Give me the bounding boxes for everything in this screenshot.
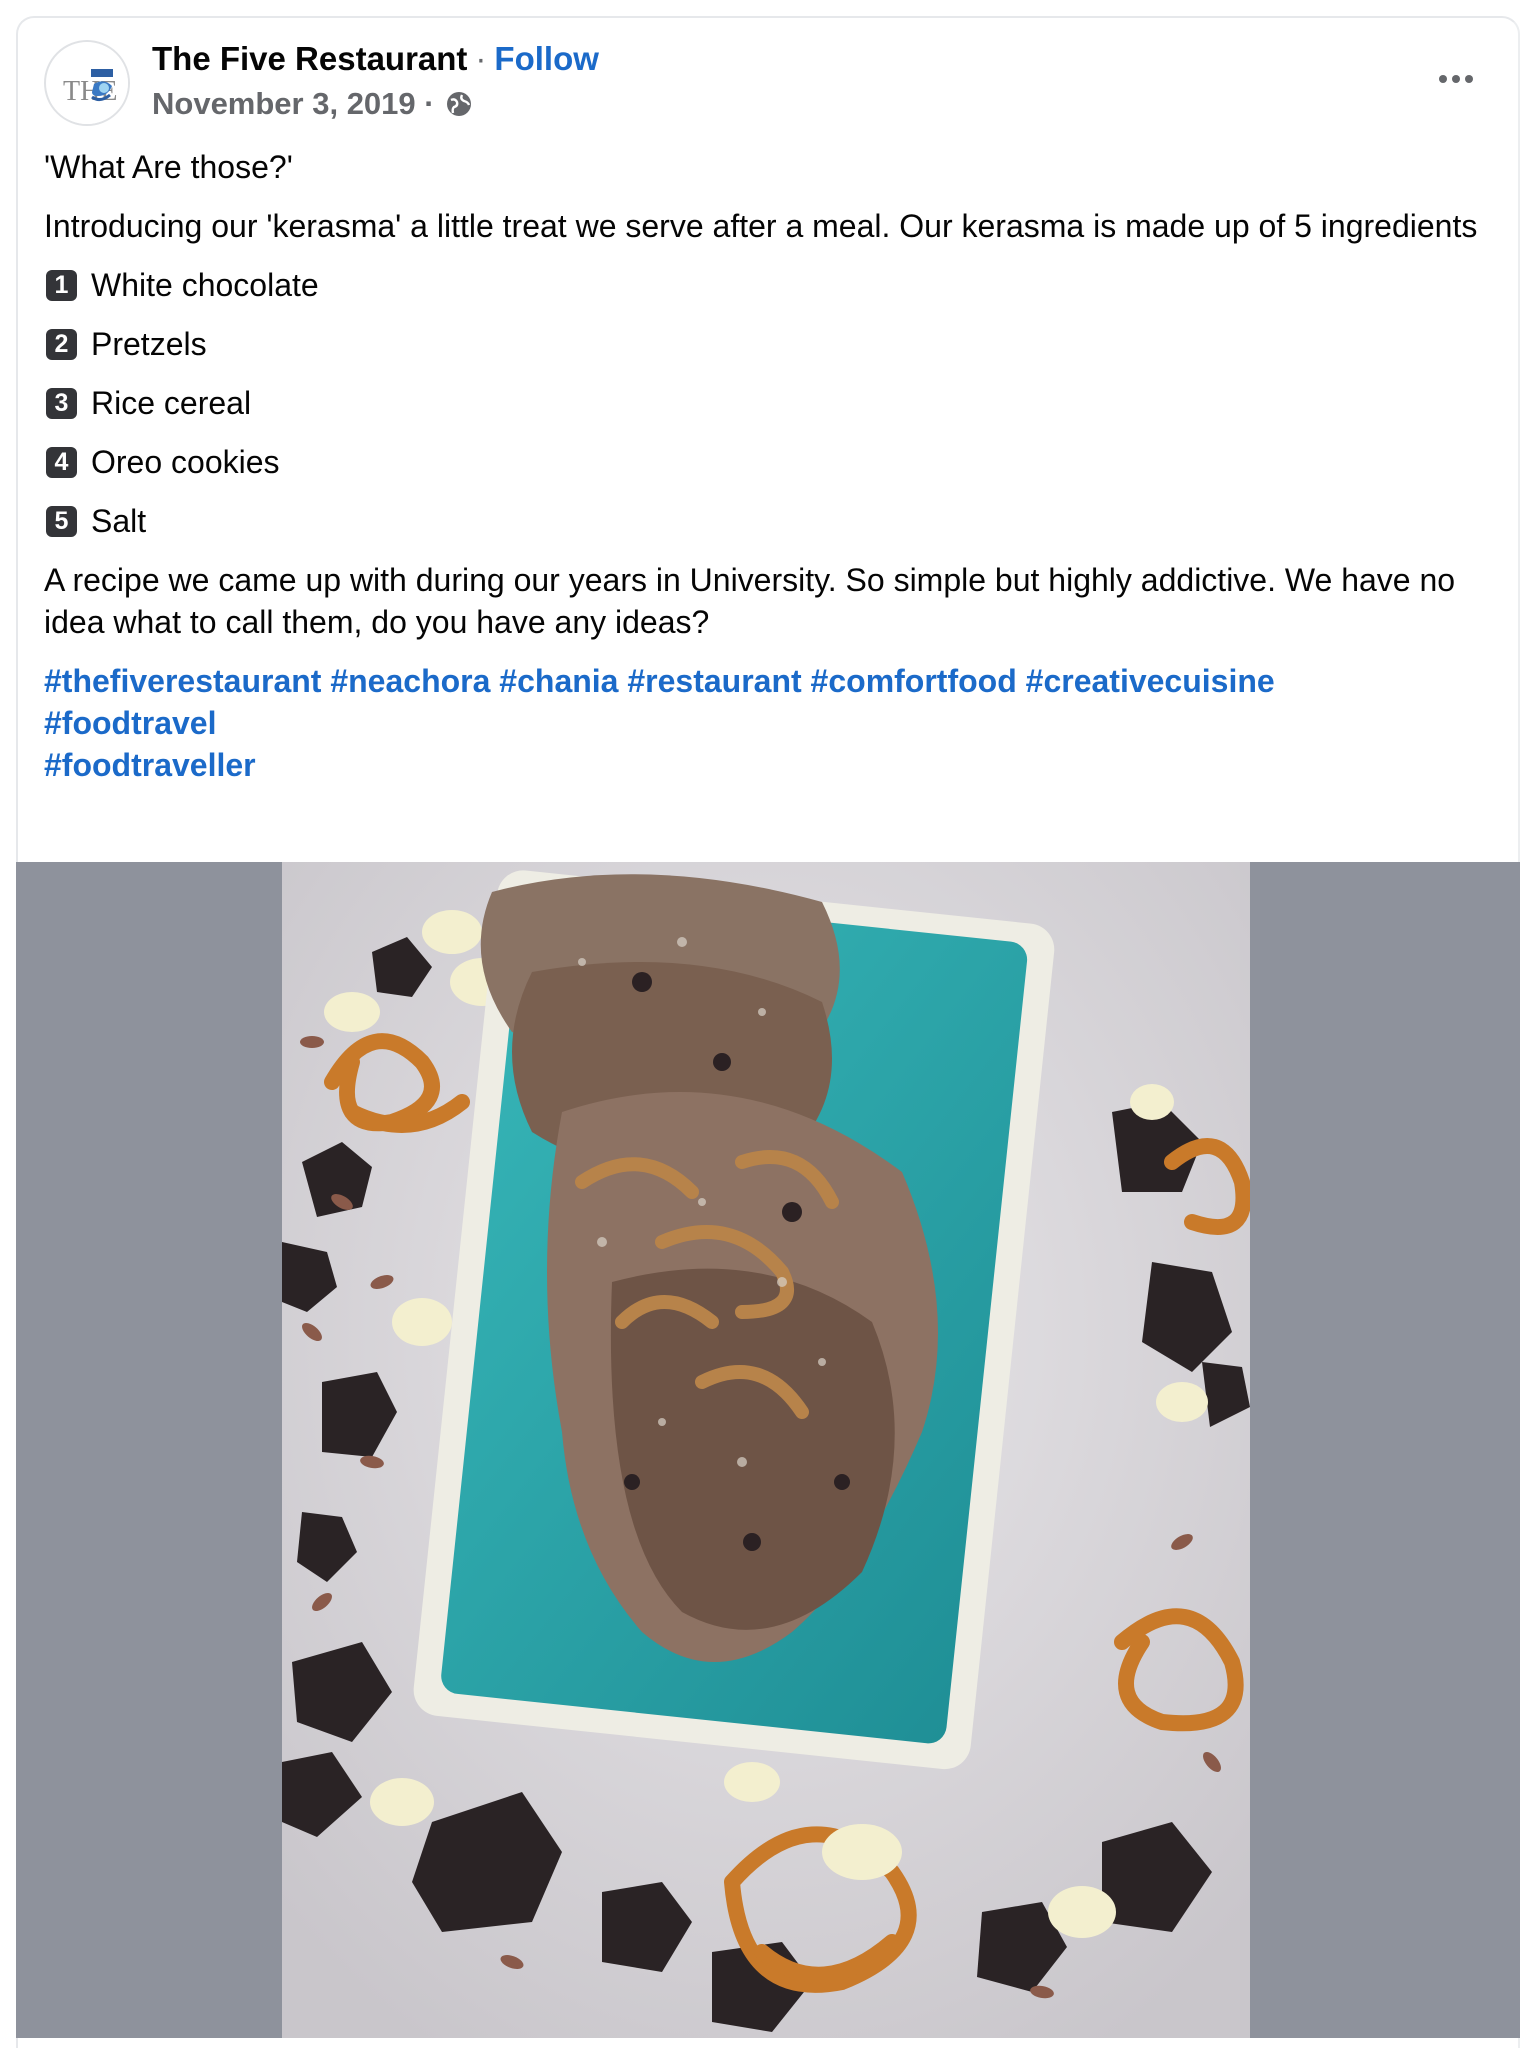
- hashtag-link[interactable]: #foodtravel: [44, 705, 216, 741]
- post-meta: November 3, 2019 ·: [152, 86, 473, 122]
- ingredient-item: 4 Oreo cookies: [44, 441, 1484, 483]
- ingredient-item: 3 Rice cereal: [44, 382, 1484, 424]
- post-header-title: The Five Restaurant · Follow: [152, 40, 599, 78]
- more-options-icon-dot: [1452, 75, 1460, 83]
- page-avatar[interactable]: THE: [44, 40, 130, 126]
- post-date[interactable]: November 3, 2019 ·: [152, 86, 435, 122]
- post-text: 'What Are those?' Introducing our 'keras…: [44, 146, 1484, 786]
- hashtag-link[interactable]: #chania: [499, 663, 618, 699]
- hashtag-link[interactable]: #comfortfood: [811, 663, 1017, 699]
- keycap-number-1: 1: [46, 269, 77, 301]
- hashtag-list: #thefiverestaurant #neachora #chania #re…: [44, 660, 1484, 786]
- separator-dot: ·: [475, 40, 487, 77]
- post-closing: A recipe we came up with during our year…: [44, 562, 1456, 640]
- ingredient-item: 1 White chocolate: [44, 264, 1484, 306]
- ingredient-label: White chocolate: [91, 267, 319, 303]
- hashtag-link[interactable]: #foodtraveller: [44, 747, 256, 783]
- kerasma-photo: [282, 862, 1250, 2038]
- page-name-link[interactable]: The Five Restaurant: [152, 40, 467, 77]
- globe-icon: [446, 92, 471, 116]
- ingredient-label: Pretzels: [91, 326, 207, 362]
- ingredient-label: Rice cereal: [91, 385, 252, 421]
- post-photo-container[interactable]: [16, 862, 1520, 2038]
- restaurant-logo: THE: [47, 43, 128, 124]
- ingredient-item: 2 Pretzels: [44, 323, 1484, 365]
- keycap-number-2: 2: [46, 328, 77, 360]
- ingredient-label: Oreo cookies: [91, 444, 280, 480]
- hashtag-link[interactable]: #creativecuisine: [1026, 663, 1275, 699]
- hashtag-link[interactable]: #thefiverestaurant: [44, 663, 321, 699]
- svg-text:THE: THE: [63, 76, 117, 107]
- post-title-line: 'What Are those?': [44, 149, 293, 185]
- hashtag-link[interactable]: #restaurant: [627, 663, 801, 699]
- hashtag-link[interactable]: #neachora: [330, 663, 490, 699]
- post-intro: Introducing our 'kerasma' a little treat…: [44, 208, 1478, 244]
- more-options-icon: [1439, 75, 1447, 83]
- keycap-number-5: 5: [46, 505, 77, 537]
- follow-button[interactable]: Follow: [494, 40, 598, 77]
- more-options-icon-dot: [1465, 75, 1473, 83]
- keycap-number-3: 3: [46, 387, 77, 419]
- ingredient-item: 5 Salt: [44, 500, 1484, 542]
- keycap-number-4: 4: [46, 446, 77, 478]
- more-options-button[interactable]: [1436, 64, 1476, 94]
- food-photo[interactable]: [282, 862, 1250, 2038]
- ingredient-label: Salt: [91, 503, 147, 539]
